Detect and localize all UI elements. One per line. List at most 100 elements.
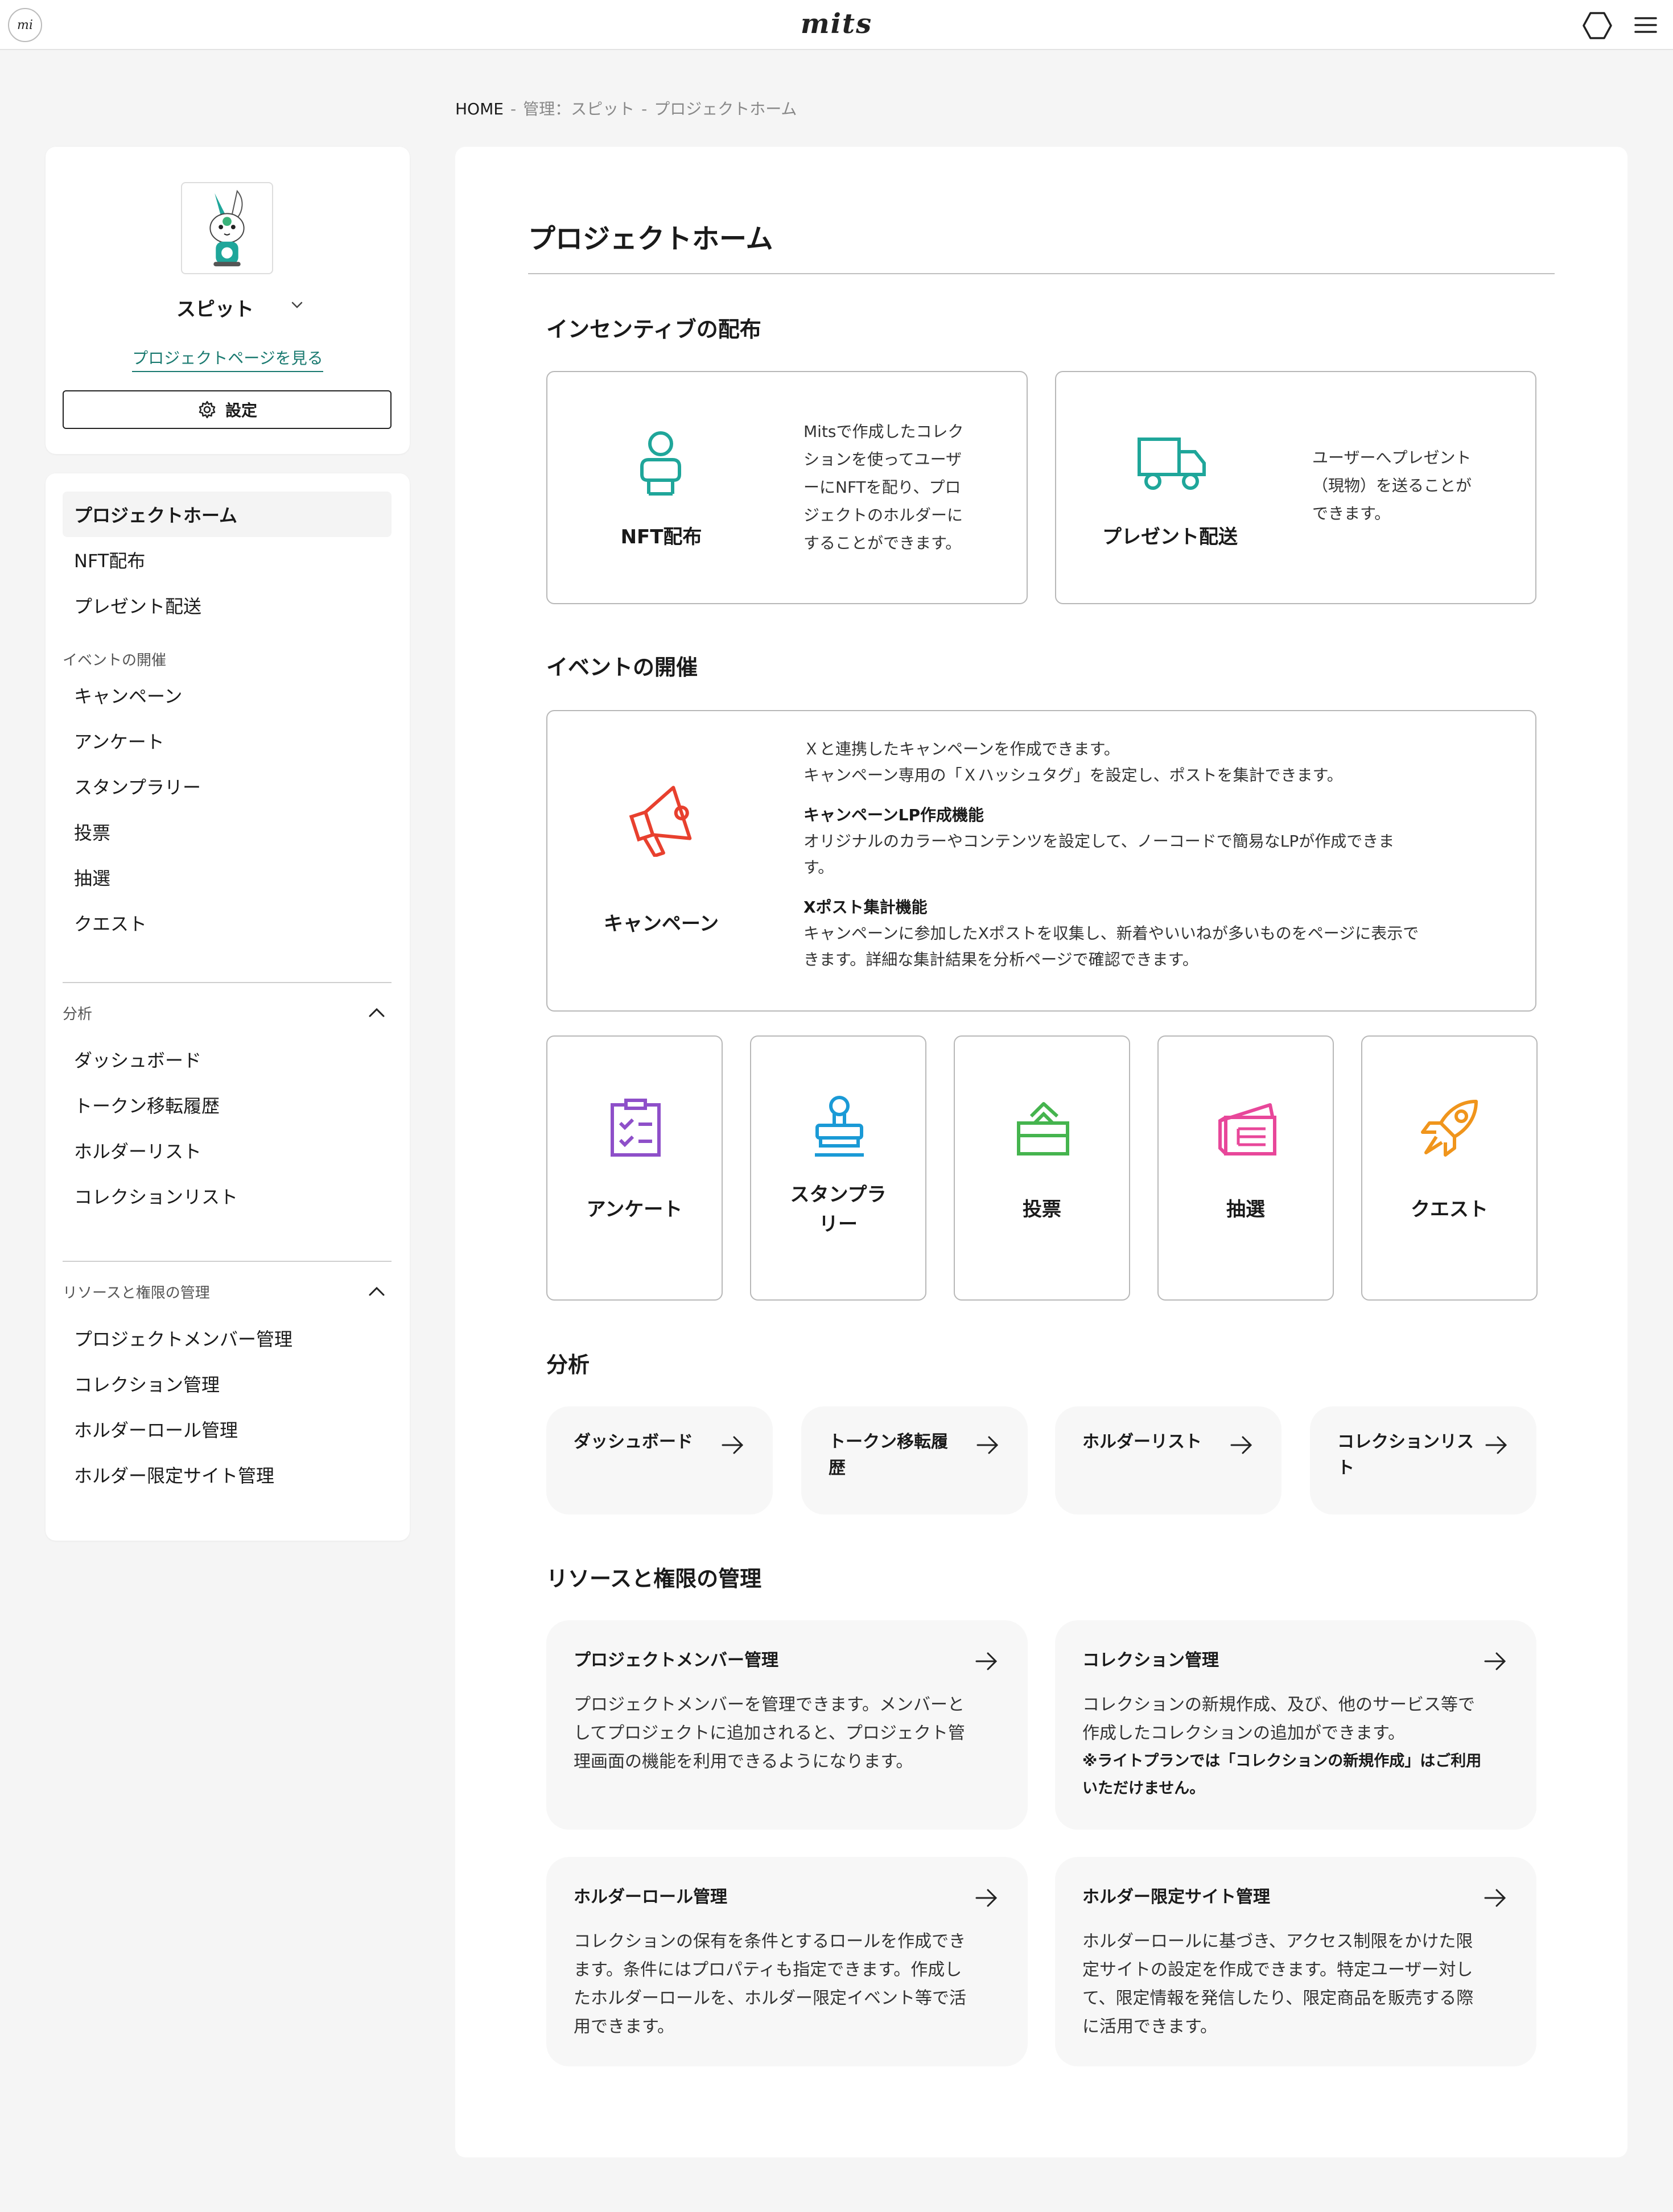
truck-icon [1138,438,1206,490]
resource-card-collection[interactable]: コレクション管理 コレクションの新規作成、及び、他のサービス等で 作成したコレクシ… [1055,1620,1536,1830]
resource-card-desc: ホルダーロールに基づき、アクセス制限をかけた限 定サイトの設定を作成できます。特定… [1082,1932,1474,2037]
hamburger-menu-icon[interactable] [1633,15,1658,35]
sidebar-item-token-history[interactable]: トークン移転履歴 [63,1082,392,1128]
section-heading-events: イベントの開催 [546,655,698,680]
arrow-right-icon [975,1889,998,1907]
resource-card-holder-site[interactable]: ホルダー限定サイト管理 ホルダーロールに基づき、アクセス制限をかけた限 定サイトの… [1055,1857,1536,2066]
sidebar-item-campaign[interactable]: キャンペーン [63,672,392,718]
page-title: プロジェクトホーム [528,223,773,255]
resource-card-title: コレクション管理 [1082,1650,1219,1670]
settings-button[interactable]: 設定 [63,390,392,429]
nav-group-resources[interactable]: リソースと権限の管理 [63,1281,210,1302]
sidebar-item-present[interactable]: プレゼント配送 [63,583,392,628]
rabbit-mascot-image [209,189,245,267]
brand-logo[interactable]: mits [780,7,893,41]
nft-distribution-card[interactable]: NFT配布 Mitsで作成したコレク ションを使ってユーザ ーにNFTを配り、プロジ… [546,371,1028,604]
stamp-icon [815,1096,864,1157]
project-name[interactable]: スピット [176,294,254,321]
lottery-card[interactable]: 抽選 [1157,1035,1334,1301]
sidebar-item-project-home[interactable]: プロジェクトホーム [63,492,392,537]
analysis-card-dashboard[interactable]: ダッシュボード [546,1406,773,1514]
rocket-icon [1421,1100,1478,1157]
breadcrumb-separator: - [510,100,517,118]
arrow-right-icon [975,1652,998,1670]
analysis-card-token-history[interactable]: トークン移転履歴 [801,1406,1028,1514]
app-logo-icon[interactable]: mi [8,8,42,42]
breadcrumb-current: プロジェクトホーム [654,100,797,118]
resource-card-title: ホルダー限定サイト管理 [1082,1887,1270,1907]
present-shipping-card[interactable]: プレゼント配送 ユーザーへプレゼント （現物）を送ることが できます。 [1055,371,1536,604]
analysis-card-title: ホルダーリスト [1082,1432,1202,1452]
analysis-card-collection-list[interactable]: コレクションリスト [1310,1406,1536,1514]
resource-card-holder-role[interactable]: ホルダーロール管理 コレクションの保有を条件とするロールを作成でき ます。条件には… [546,1857,1028,2066]
quest-card[interactable]: クエスト [1361,1035,1538,1301]
user-icon [640,431,681,496]
project-panel: スピット プロジェクトページを見る 設定 [46,147,410,454]
chevron-up-icon[interactable] [365,1280,388,1303]
resource-card-desc: プロジェクトメンバーを管理できます。メンバーと してプロジェクトに追加されると、プ… [574,1695,965,1772]
feature-title: キャンペーンLP作成機能 [803,806,984,824]
top-header: mi mits [0,0,1673,50]
arrow-right-icon [1484,1889,1506,1907]
nav-divider [63,1261,392,1262]
vote-card-title: 投票 [1023,1198,1061,1221]
lottery-ticket-icon [1218,1103,1276,1155]
present-card-title: プレゼント配送 [1102,526,1238,548]
resource-card-desc: コレクションの新規作成、及び、他のサービス等で 作成したコレクションの追加ができま… [1082,1691,1481,1802]
stamp-rally-card[interactable]: スタンプラ リー [750,1035,926,1301]
campaign-card[interactable]: キャンペーン Ｘと連携したキャンペーンを作成できます。 キャンペーン専用の「Ｘハ… [546,710,1536,1012]
vote-card[interactable]: 投票 [954,1035,1130,1301]
project-page-link[interactable]: プロジェクトページを見る [132,349,323,372]
sidebar-nav: プロジェクトホーム NFT配布 プレゼント配送 イベントの開催 キャンペーン ア… [46,473,410,1541]
campaign-card-desc: Ｘと連携したキャンペーンを作成できます。 キャンペーン専用の「Ｘハッシュタグ」を… [803,740,1419,969]
arrow-right-icon [976,1436,999,1454]
analysis-card-title: トークン移転履歴 [829,1432,948,1478]
lottery-card-title: 抽選 [1226,1198,1265,1221]
sidebar-item-quest[interactable]: クエスト [63,900,392,946]
main-content: プロジェクトホーム インセンティブの配布 NFT配布 Mitsで作成したコレクシ… [455,147,1627,2157]
sidebar-item-survey[interactable]: アンケート [63,718,392,764]
sidebar-item-collection-list[interactable]: コレクションリスト [63,1173,392,1219]
plan-note: ※ライトプランでは「コレクションの新規作成」はご利用 [1082,1752,1482,1770]
sidebar-item-holder-list[interactable]: ホルダーリスト [63,1128,392,1173]
title-divider [528,273,1555,274]
logo-mark-text: mi [17,18,33,32]
sidebar-item-stamp-rally[interactable]: スタンプラリー [63,764,392,809]
nav-divider [63,982,392,983]
sidebar-item-dashboard[interactable]: ダッシュボード [63,1037,392,1082]
present-card-desc: ユーザーへプレゼント （現物）を送ることが できます。 [1312,448,1472,523]
survey-card[interactable]: アンケート [546,1035,723,1301]
chevron-down-icon[interactable] [289,297,305,313]
hexagon-icon[interactable] [1582,10,1613,41]
settings-label: 設定 [225,401,257,420]
megaphone-icon [629,786,692,857]
breadcrumb-home[interactable]: HOME [455,100,504,118]
sidebar-item-lottery[interactable]: 抽選 [63,855,392,900]
arrow-right-icon [1485,1436,1507,1454]
resource-card-title: プロジェクトメンバー管理 [574,1650,778,1670]
resource-card-desc: コレクションの保有を条件とするロールを作成でき ます。条件にはプロパティも指定でき… [574,1932,966,2037]
arrow-right-icon [1484,1652,1506,1670]
stamp-rally-card-title: スタンプラ リー [790,1183,887,1236]
chevron-up-icon[interactable] [365,1001,388,1024]
gear-icon [199,401,216,419]
arrow-right-icon [722,1436,744,1454]
breadcrumb: HOME - 管理：スピット - プロジェクトホーム [455,97,797,119]
resource-card-members[interactable]: プロジェクトメンバー管理 プロジェクトメンバーを管理できます。メンバーと してプロ… [546,1620,1028,1830]
sidebar-item-holder-site[interactable]: ホルダー限定サイト管理 [63,1452,392,1497]
nav-group-analysis[interactable]: 分析 [63,1002,92,1024]
resource-card-title: ホルダーロール管理 [574,1887,727,1907]
sidebar-item-nft[interactable]: NFT配布 [63,537,392,583]
breadcrumb-admin[interactable]: 管理：スピット [523,100,634,118]
sidebar-item-members[interactable]: プロジェクトメンバー管理 [63,1315,392,1361]
sidebar-item-holder-role[interactable]: ホルダーロール管理 [63,1406,392,1452]
section-heading-incentive: インセンティブの配布 [546,317,761,342]
analysis-card-holder-list[interactable]: ホルダーリスト [1055,1406,1281,1514]
survey-clipboard-icon [611,1099,661,1157]
sidebar-item-vote[interactable]: 投票 [63,809,392,855]
feature-title: Xポスト集計機能 [803,898,928,917]
sidebar-item-collection-mgmt[interactable]: コレクション管理 [63,1361,392,1406]
survey-card-title: アンケート [586,1198,683,1221]
analysis-card-title: コレクションリスト [1337,1432,1474,1478]
section-heading-resources: リソースと権限の管理 [546,1566,762,1591]
